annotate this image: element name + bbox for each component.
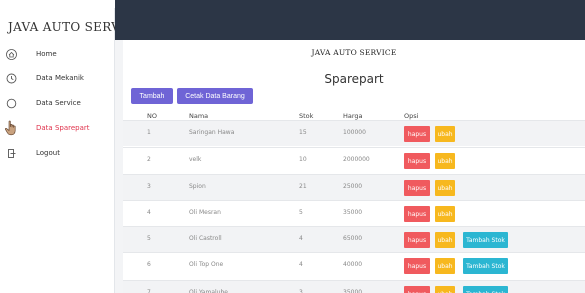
cell-stok: 4: [299, 235, 303, 242]
cetak-data-barang-button[interactable]: Cetak Data Barang: [177, 88, 253, 104]
sidebar: JAVA AUTO SERVICE Home Data Mekanik Data…: [0, 8, 143, 293]
page-title: Sparepart: [324, 72, 384, 86]
content-card: JAVA AUTO SERVICE Sparepart Tambah Cetak…: [123, 40, 585, 293]
sidebar-item-logout[interactable]: Logout: [0, 143, 115, 163]
header-title: JAVA AUTO SERVICE: [311, 48, 397, 57]
hand-pointer-icon: [4, 120, 18, 136]
column-header-harga: Harga: [343, 112, 363, 120]
cell-no: 5: [147, 235, 151, 242]
tambah-stok-button[interactable]: Tambah Stok: [463, 258, 508, 274]
sidebar-item-label: Home: [36, 50, 57, 58]
cell-no: 7: [147, 289, 151, 293]
cell-no: 4: [147, 209, 151, 216]
cell-nama: Saringan Hawa: [189, 129, 235, 136]
column-header-stok: Stok: [299, 112, 314, 120]
table-row: 4 Oli Mesran 5 35000 hapus ubah: [123, 200, 585, 226]
ubah-button[interactable]: ubah: [435, 180, 455, 196]
hapus-button[interactable]: hapus: [404, 258, 430, 274]
hapus-button[interactable]: hapus: [404, 206, 430, 222]
cell-nama: Oli Yamalube: [189, 289, 228, 293]
cell-nama: Oli Top One: [189, 261, 224, 268]
main-header-bg: [115, 8, 585, 40]
cell-no: 2: [147, 156, 151, 163]
sidebar-item-data-service[interactable]: Data Service: [0, 93, 115, 113]
ubah-button[interactable]: ubah: [435, 126, 455, 142]
sidebar-item-home[interactable]: Home: [0, 44, 115, 64]
circle-icon: [6, 98, 17, 109]
top-bar: [0, 0, 585, 8]
cell-no: 1: [147, 129, 151, 136]
cell-harga: 65000: [343, 235, 363, 242]
cell-stok: 4: [299, 261, 303, 268]
table-row: 2 velk 10 2000000 hapus ubah: [123, 147, 585, 173]
cell-no: 3: [147, 183, 151, 190]
cell-nama: velk: [189, 156, 202, 163]
home-icon: [6, 48, 17, 60]
cell-stok: 21: [299, 183, 307, 190]
hapus-button[interactable]: hapus: [404, 286, 430, 293]
table-row: 3 Spion 21 25000 hapus ubah: [123, 174, 585, 200]
cell-harga: 35000: [343, 209, 363, 216]
table-row: 7 Oli Yamalube 3 35000 hapus ubah Tambah Stok: [123, 280, 585, 293]
cell-nama: Oli Castroll: [189, 235, 222, 242]
column-header-opsi: Opsi: [404, 112, 419, 120]
tambah-stok-button[interactable]: Tambah Stok: [463, 232, 508, 248]
cell-harga: 25000: [343, 183, 363, 190]
tambah-stok-button[interactable]: Tambah Stok: [463, 286, 508, 293]
cell-nama: Spion: [189, 183, 206, 190]
top-bar-dark: [115, 0, 585, 8]
cell-harga: 40000: [343, 261, 363, 268]
cell-no: 6: [147, 261, 151, 268]
clock-icon: [6, 73, 17, 84]
cell-harga: 35000: [343, 289, 363, 293]
column-header-no: NO: [147, 112, 157, 120]
ubah-button[interactable]: ubah: [435, 286, 455, 293]
tambah-button[interactable]: Tambah: [131, 88, 173, 104]
hapus-button[interactable]: hapus: [404, 126, 430, 142]
table-row: 6 Oli Top One 4 40000 hapus ubah Tambah Stok: [123, 252, 585, 278]
sidebar-item-data-mekanik[interactable]: Data Mekanik: [0, 68, 115, 88]
sidebar-item-label: Data Service: [36, 99, 81, 107]
logout-icon: [6, 148, 17, 159]
hapus-button[interactable]: hapus: [404, 180, 430, 196]
ubah-button[interactable]: ubah: [435, 206, 455, 222]
cell-stok: 10: [299, 156, 307, 163]
hapus-button[interactable]: hapus: [404, 232, 430, 248]
column-header-nama: Nama: [189, 112, 209, 120]
hapus-button[interactable]: hapus: [404, 153, 430, 169]
cell-harga: 100000: [343, 129, 366, 136]
table-row: 5 Oli Castroll 4 65000 hapus ubah Tambah Stok: [123, 226, 585, 252]
cell-harga: 2000000: [343, 156, 370, 163]
sidebar-item-label: Logout: [36, 149, 60, 157]
sidebar-item-data-sparepart[interactable]: Data Sparepart: [0, 118, 115, 138]
ubah-button[interactable]: ubah: [435, 258, 455, 274]
cell-stok: 15: [299, 129, 307, 136]
ubah-button[interactable]: ubah: [435, 153, 455, 169]
sidebar-item-label: Data Sparepart: [36, 124, 90, 132]
ubah-button[interactable]: ubah: [435, 232, 455, 248]
cell-nama: Oli Mesran: [189, 209, 221, 216]
table-row: 1 Saringan Hawa 15 100000 hapus ubah: [123, 120, 585, 146]
sidebar-item-label: Data Mekanik: [36, 74, 84, 82]
cell-stok: 5: [299, 209, 303, 216]
cell-stok: 3: [299, 289, 303, 293]
